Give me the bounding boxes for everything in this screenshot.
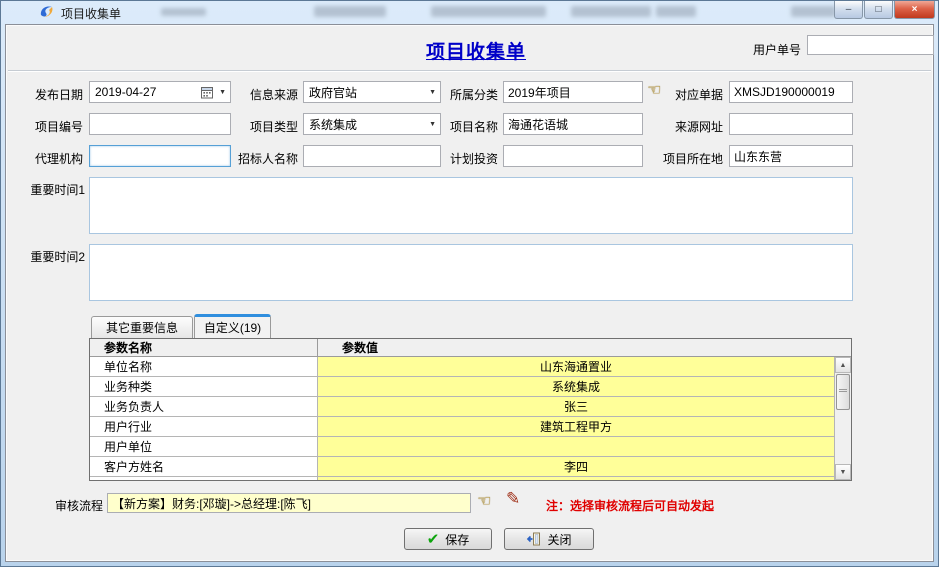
user-no-input[interactable]	[807, 35, 934, 55]
agency-input[interactable]	[89, 145, 231, 167]
vertical-scrollbar[interactable]: ▲ ▼	[834, 357, 851, 480]
category-input[interactable]	[503, 81, 643, 103]
pointing-hand-icon[interactable]: ☜	[477, 494, 491, 510]
app-logo-icon	[39, 4, 55, 20]
source-url-input[interactable]	[729, 113, 853, 135]
window-title: 项目收集单	[61, 5, 121, 22]
planned-investment-input[interactable]	[503, 145, 643, 167]
release-date-value: 2019-04-27	[95, 85, 156, 99]
tab-custom[interactable]: 自定义(19)	[194, 314, 271, 338]
save-button[interactable]: ✔ 保存	[404, 528, 492, 550]
important-time2-label: 重要时间2	[11, 248, 85, 265]
info-source-label: 信息来源	[211, 86, 298, 103]
param-value-header: 参数值	[318, 339, 851, 356]
app-window: 项目收集单 – □ × 项目收集单 用户单号 发布日期 2019-04-27 ▼	[0, 0, 939, 567]
important-time2-textarea[interactable]	[89, 244, 853, 301]
review-flow-label: 审核流程	[29, 497, 103, 514]
review-flow-input[interactable]	[107, 493, 471, 513]
doc-no-label: 对应单据	[641, 86, 723, 103]
scroll-down-icon[interactable]: ▼	[835, 464, 851, 480]
redacted-text	[791, 6, 836, 17]
check-icon: ✔	[427, 532, 440, 547]
planned-investment-label: 计划投资	[421, 150, 498, 167]
parameter-table: 参数名称 参数值 单位名称 山东海通置业 业务种类 系统集成 业务负责人 张三 …	[89, 338, 852, 481]
project-no-label: 项目编号	[11, 118, 83, 135]
doc-no-input[interactable]	[729, 81, 853, 103]
redacted-text	[571, 6, 651, 17]
close-button[interactable]: ×	[894, 1, 935, 19]
redacted-text	[161, 8, 206, 16]
category-label: 所属分类	[421, 86, 498, 103]
table-row[interactable]: 用户行业 建筑工程甲方	[90, 417, 834, 437]
title-bar[interactable]: 项目收集单 – □ ×	[1, 1, 938, 23]
param-name-header: 参数名称	[90, 339, 318, 356]
project-name-input[interactable]	[503, 113, 643, 135]
bidder-name-label: 招标人名称	[211, 150, 298, 167]
review-note: 注：选择审核流程后可自动发起	[546, 497, 714, 514]
table-body: 单位名称 山东海通置业 业务种类 系统集成 业务负责人 张三 用户行业 建筑工程…	[90, 357, 834, 480]
scrollbar-thumb[interactable]	[836, 374, 850, 410]
door-exit-icon	[526, 532, 541, 546]
table-row[interactable]: 客户方姓名 李四	[90, 457, 834, 477]
maximize-button[interactable]: □	[864, 1, 893, 19]
user-no-label: 用户单号	[701, 41, 801, 58]
project-type-label: 项目类型	[211, 118, 298, 135]
location-label: 项目所在地	[641, 150, 723, 167]
important-time1-label: 重要时间1	[11, 181, 85, 198]
table-row[interactable]: 业务负责人 张三	[90, 397, 834, 417]
header-divider	[8, 70, 931, 72]
project-name-label: 项目名称	[421, 118, 498, 135]
important-time1-textarea[interactable]	[89, 177, 853, 234]
table-row[interactable]: 业务种类 系统集成	[90, 377, 834, 397]
scroll-up-icon[interactable]: ▲	[835, 357, 851, 373]
table-row[interactable]: 用户单位	[90, 437, 834, 457]
location-input[interactable]	[729, 145, 853, 167]
source-url-label: 来源网址	[641, 118, 723, 135]
close-form-button[interactable]: 关闭	[504, 528, 594, 550]
agency-label: 代理机构	[11, 150, 83, 167]
window-controls: – □ ×	[833, 1, 935, 19]
redacted-text	[314, 6, 386, 17]
tab-other-info[interactable]: 其它重要信息	[91, 316, 193, 338]
release-date-label: 发布日期	[11, 86, 83, 103]
edit-pen-icon[interactable]: ✎	[506, 489, 520, 509]
table-row[interactable]: 单位名称 山东海通置业	[90, 357, 834, 377]
project-type-value: 系统集成	[309, 116, 357, 133]
project-no-input[interactable]	[89, 113, 231, 135]
redacted-text	[656, 6, 696, 17]
table-row[interactable]: 职位	[90, 477, 834, 480]
info-source-value: 政府官站	[309, 84, 357, 101]
redacted-text	[431, 6, 546, 17]
table-header-row: 参数名称 参数值	[90, 339, 851, 357]
minimize-button[interactable]: –	[834, 1, 863, 19]
form-title: 项目收集单	[401, 37, 551, 64]
release-date-picker[interactable]: 2019-04-27 ▼	[89, 81, 231, 103]
